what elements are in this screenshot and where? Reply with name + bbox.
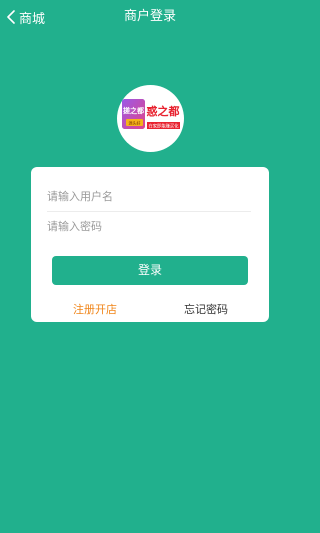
logo-brand-slogan: 在家即能赚买化 (148, 123, 179, 130)
login-screen: 商城 商户登录 搓之都 源头好 惑之都 在家即能赚买化 请输入用户名 登录 注册… (0, 0, 300, 533)
logo-left-sub: 源头好 (129, 120, 141, 126)
register-link[interactable]: 注册开店 (73, 301, 117, 317)
merchant-logo: 搓之都 源头好 惑之都 在家即能赚买化 (117, 85, 184, 152)
password-row (47, 212, 251, 240)
username-input[interactable] (47, 182, 251, 210)
login-card: 登录 注册开店 忘记密码 (31, 167, 269, 322)
top-nav-bar: 商城 商户登录 (0, 0, 300, 34)
logo-left-text: 搓之都 (123, 106, 144, 115)
forgot-password-link[interactable]: 忘记密码 (184, 301, 228, 317)
password-input[interactable] (47, 212, 251, 240)
logo-graphic: 搓之都 源头好 惑之都 在家即能赚买化 (122, 99, 180, 130)
logo-brand-title: 惑之都 (147, 104, 180, 118)
page-title: 商户登录 (123, 9, 176, 24)
login-button[interactable]: 登录 (52, 256, 248, 285)
username-row (47, 182, 251, 210)
